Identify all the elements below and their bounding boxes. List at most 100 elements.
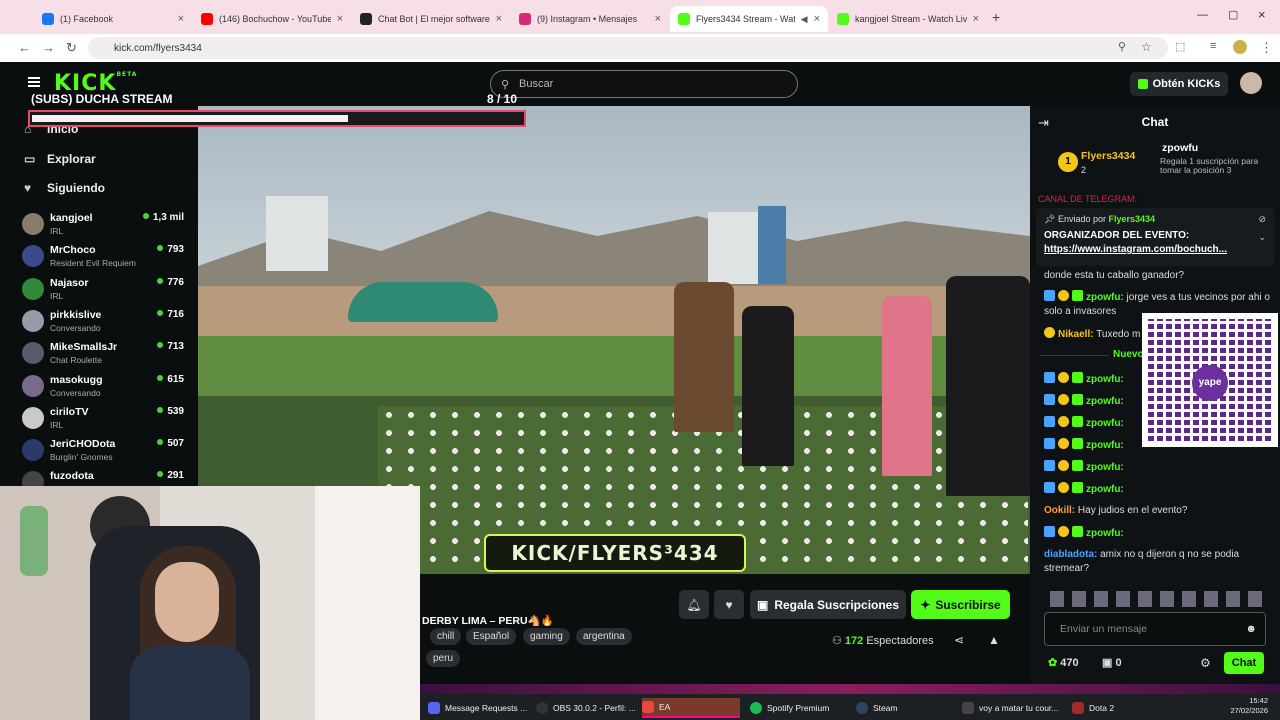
emoji-icon[interactable]: ☻ xyxy=(1245,623,1257,635)
tab-facebook[interactable]: (1) Facebook × xyxy=(34,6,192,32)
channel-viewers: 793 xyxy=(157,244,184,255)
leaderboard-rank-badge: 1 xyxy=(1058,152,1078,172)
webcam-face xyxy=(155,562,219,642)
channel-avatar xyxy=(22,439,44,462)
overlay-goal-title: (SUBS) DUCHA STREAM xyxy=(31,92,173,106)
leaderboard-name[interactable]: zpowfu xyxy=(1162,142,1198,154)
video-building xyxy=(758,206,786,284)
channel-item[interactable]: JeriCHODota Burglin' Gnomes 507 xyxy=(22,436,198,468)
os-taskbar: Message Requests ... OBS 30.0.2 - Perfil… xyxy=(420,684,1280,720)
leaderboard-name[interactable]: Flyers3434 xyxy=(1081,150,1135,162)
tag-espanol[interactable]: Español xyxy=(466,628,517,645)
tab-kangjoel-stream[interactable]: kangjoel Stream - Watch Live o× xyxy=(829,6,987,32)
nav-explorar[interactable]: ▭ Explorar xyxy=(24,152,96,166)
webcam-door xyxy=(315,486,420,720)
gift-icon: ▣ xyxy=(1102,657,1116,669)
pinned-message[interactable]: 📌︎ Enviado por Flyers3434 ORGANIZADOR DE… xyxy=(1036,208,1274,266)
yape-logo: yape xyxy=(1192,365,1228,401)
gifts-count[interactable]: ▣ 0 xyxy=(1102,656,1122,669)
nav-siguiendo[interactable]: ♥ Siguiendo xyxy=(24,181,105,195)
close-window-icon[interactable]: × xyxy=(1258,7,1266,22)
tag-chill[interactable]: chill xyxy=(430,628,462,645)
send-chat-button[interactable]: Chat xyxy=(1224,652,1264,674)
new-tab-icon[interactable]: + xyxy=(992,9,1000,25)
viewer-count: ⚇ 172 Espectadores xyxy=(832,635,934,647)
get-kicks-button[interactable]: Obtén KICKs xyxy=(1130,72,1228,96)
taskbar-item-browser[interactable]: voy a matar tu cour... xyxy=(962,698,1066,718)
channel-item[interactable]: ciriloTV IRL 539 xyxy=(22,404,198,436)
media-icon[interactable]: ≡ xyxy=(1210,40,1216,52)
profile-avatar[interactable] xyxy=(1233,40,1247,54)
taskbar-item-ea[interactable]: EA xyxy=(642,698,740,718)
chat-input[interactable]: Enviar un mensaje ☻ xyxy=(1044,612,1266,646)
search-input[interactable]: ⚲ Buscar xyxy=(490,70,798,98)
channel-item[interactable]: Najasor IRL 776 xyxy=(22,275,198,307)
tab-instagram[interactable]: (9) Instagram • Mensajes × xyxy=(511,6,669,32)
emote-row[interactable] xyxy=(1050,591,1265,607)
close-tab-icon[interactable]: × xyxy=(496,13,502,25)
taskbar-item-spotify[interactable]: Spotify Premium xyxy=(750,698,850,718)
follow-button[interactable]: ♥ xyxy=(714,590,744,619)
tag-argentina[interactable]: argentina xyxy=(576,628,632,645)
bookmark-star-icon[interactable]: ☆ xyxy=(1141,40,1152,54)
yape-qr-code: yape xyxy=(1142,313,1278,447)
chat-message: diabladota: amix no q dijeron q no se po… xyxy=(1044,549,1240,574)
minimize-icon[interactable]: — xyxy=(1197,9,1208,21)
channel-item[interactable]: pirkkislive Conversando 716 xyxy=(22,307,198,339)
stream-title: DERBY LIMA – PERU🐴🔥 xyxy=(422,615,554,627)
unpin-icon[interactable]: ⊘ xyxy=(1258,214,1266,225)
channel-viewers: 713 xyxy=(157,341,184,352)
channel-item[interactable]: masokugg Conversando 615 xyxy=(22,372,198,404)
leaderboard-note: Regala 1 suscripción para tomar la posic… xyxy=(1160,156,1259,175)
channel-name: masokugg xyxy=(50,373,103,386)
tab-flyers-stream[interactable]: Flyers3434 Stream - Watch ◀ × xyxy=(670,6,828,32)
channel-category: IRL xyxy=(50,226,64,236)
close-tab-icon[interactable]: × xyxy=(814,13,820,25)
chat-message: Ookill: Hay judios en el evento? xyxy=(1044,505,1188,516)
extensions-icon[interactable]: ⬚ xyxy=(1175,40,1185,53)
menu-dots-icon[interactable]: ⋮ xyxy=(1260,40,1273,56)
pinned-link[interactable]: https://www.instagram.com/bochuch... xyxy=(1044,244,1227,255)
tag-gaming[interactable]: gaming xyxy=(523,628,570,645)
zoom-icon[interactable]: ⚲ xyxy=(1118,40,1126,53)
chat-settings-icon[interactable]: ⚙ xyxy=(1200,656,1211,670)
back-icon[interactable]: ← xyxy=(18,40,31,55)
kicks-icon xyxy=(1137,79,1148,89)
ea-icon xyxy=(642,701,654,713)
subscribe-button[interactable]: ✦ Suscribirse xyxy=(911,590,1010,619)
tab-chatbot[interactable]: Chat Bot | El mejor software pa× xyxy=(352,6,510,32)
collapse-chat-icon[interactable]: ⇥ xyxy=(1038,115,1049,131)
channel-item[interactable]: MikeSmallsJr Chat Roulette 713 xyxy=(22,339,198,371)
instagram-icon xyxy=(519,13,531,25)
reload-icon[interactable]: ↻ xyxy=(66,40,77,56)
hamburger-menu-icon[interactable] xyxy=(28,77,40,87)
close-tab-icon[interactable]: × xyxy=(655,13,661,25)
taskbar-clock[interactable]: 15:42 27/02/2026 xyxy=(1230,696,1268,716)
chat-message: zpowfu: xyxy=(1044,526,1274,541)
tab-youtube[interactable]: (146) Bochuchow - YouTube × xyxy=(193,6,351,32)
channel-name: JeriCHODota xyxy=(50,438,116,451)
taskbar-item-obs[interactable]: OBS 30.0.2 - Perfil: ... xyxy=(536,698,640,718)
forward-icon[interactable]: → xyxy=(42,40,55,55)
channel-points[interactable]: ✿ 470 xyxy=(1048,656,1079,669)
taskbar-item-discord[interactable]: Message Requests ... xyxy=(428,698,532,718)
channel-item[interactable]: kangjoel IRL 1,3 mil xyxy=(22,210,198,242)
maximize-icon[interactable]: ▢ xyxy=(1228,8,1238,21)
user-avatar[interactable] xyxy=(1240,72,1262,94)
report-icon[interactable]: ▲ xyxy=(988,633,1000,647)
taskbar-item-dota[interactable]: Dota 2 xyxy=(1072,698,1152,718)
close-tab-icon[interactable]: × xyxy=(178,13,184,25)
channel-avatar xyxy=(22,406,44,429)
taskbar-item-steam[interactable]: Steam xyxy=(856,698,936,718)
url-field[interactable]: kick.com/flyers3434 xyxy=(88,37,1168,59)
close-tab-icon[interactable]: × xyxy=(973,13,979,25)
close-tab-icon[interactable]: × xyxy=(337,13,343,25)
share-icon[interactable]: ⋖ xyxy=(954,633,964,647)
notification-bell-button[interactable]: 🔔︎ xyxy=(679,590,709,619)
speaker-icon[interactable]: ◀ xyxy=(801,14,808,25)
tag-peru[interactable]: peru xyxy=(426,650,461,667)
chevron-down-icon[interactable]: ⌄ xyxy=(1258,232,1266,243)
chatbot-icon xyxy=(360,13,372,25)
gift-subscriptions-button[interactable]: ▣ Regala Suscripciones xyxy=(750,590,906,619)
channel-item[interactable]: MrChoco Resident Evil Requiem 793 xyxy=(22,242,198,274)
